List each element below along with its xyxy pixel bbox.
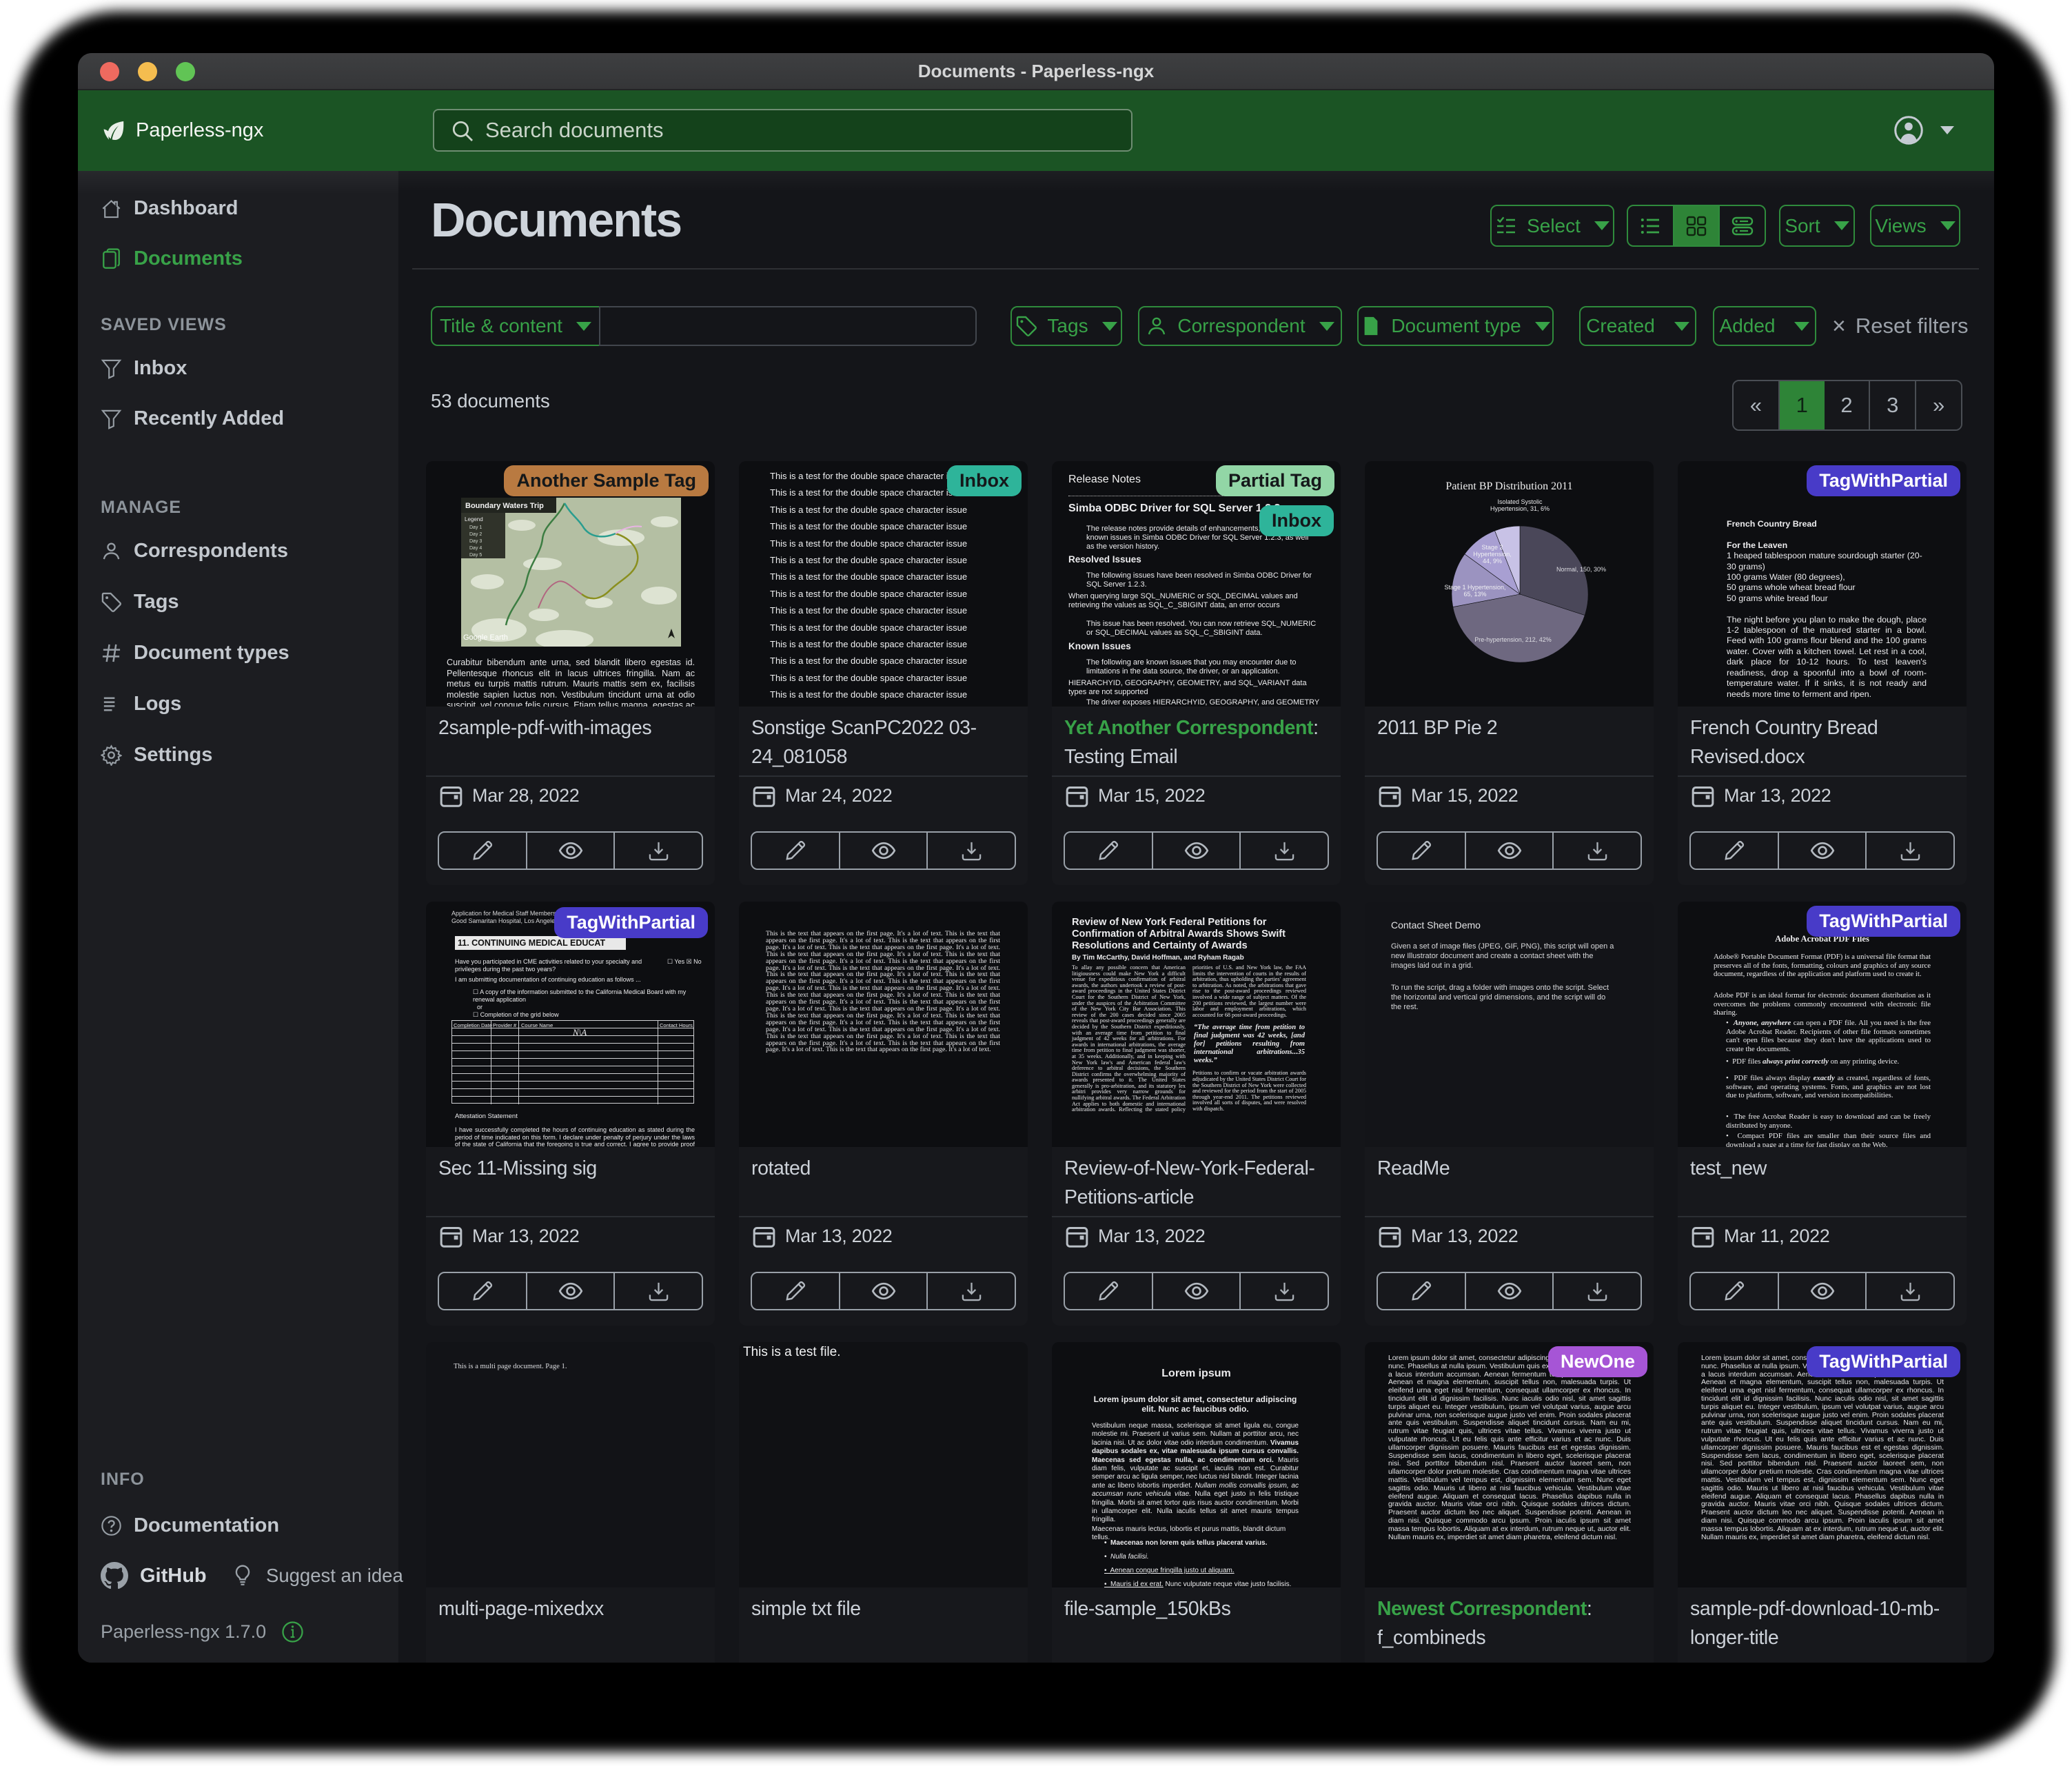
svg-text:Legend: Legend <box>465 516 483 522</box>
svg-text:65, 13%: 65, 13% <box>1463 591 1486 598</box>
svg-text:Day 1: Day 1 <box>469 525 482 530</box>
svg-text:Stage 2: Stage 2 <box>1481 544 1503 551</box>
svg-text:Hypertension, 31, 6%: Hypertension, 31, 6% <box>1490 505 1550 512</box>
svg-text:Hypertension,: Hypertension, <box>1473 551 1512 558</box>
svg-text:Google Earth: Google Earth <box>463 633 508 642</box>
svg-text:Pre-hypertension, 212, 42%: Pre-hypertension, 212, 42% <box>1474 636 1552 643</box>
svg-text:Normal, 150, 30%: Normal, 150, 30% <box>1556 566 1606 573</box>
svg-text:44, 9%: 44, 9% <box>1483 558 1502 565</box>
svg-text:Isolated Systolic: Isolated Systolic <box>1497 498 1543 505</box>
svg-text:Boundary Waters Trip: Boundary Waters Trip <box>465 502 544 510</box>
svg-text:Stage 1 Hypertension,: Stage 1 Hypertension, <box>1444 584 1505 591</box>
svg-text:Day 3: Day 3 <box>469 539 482 544</box>
svg-text:Day 5: Day 5 <box>469 553 482 558</box>
svg-text:Day 2: Day 2 <box>469 532 482 537</box>
svg-text:Day 4: Day 4 <box>469 546 482 551</box>
